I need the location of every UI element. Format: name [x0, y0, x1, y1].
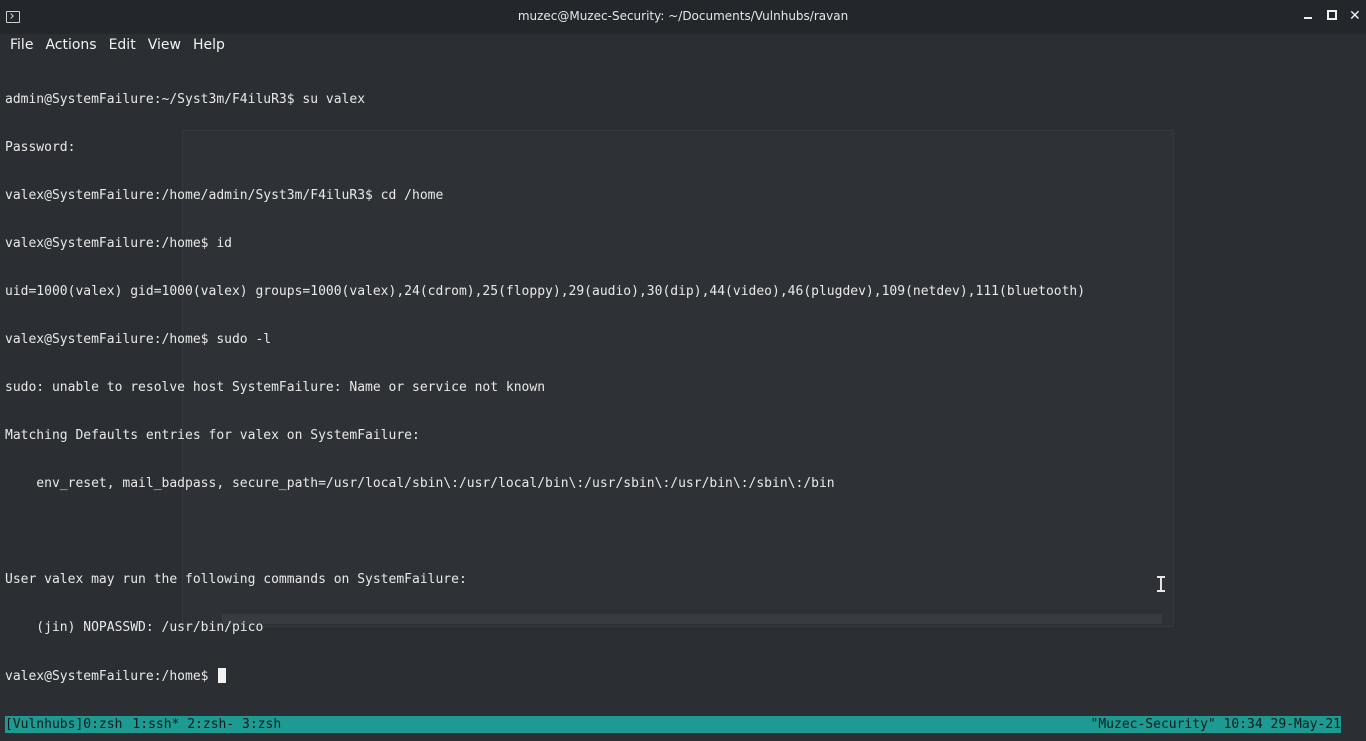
terminal-line: valex@SystemFailure:/home/admin/Syst3m/F… — [5, 188, 444, 203]
menu-actions[interactable]: Actions — [39, 37, 102, 53]
tmux-time: 10:34 — [1223, 717, 1263, 732]
terminal-line: env_reset, mail_badpass, secure_path=/us… — [5, 476, 835, 491]
tmux-session-name: [Vulnhubs] — [5, 717, 84, 732]
minimize-icon[interactable] — [1303, 8, 1314, 24]
terminal-line: (jin) NOPASSWD: /usr/bin/pico — [5, 620, 264, 635]
terminal-line: Password: — [5, 140, 76, 155]
maximize-icon[interactable] — [1326, 8, 1337, 24]
tmux-window-1[interactable]: 1:ssh* — [132, 717, 179, 732]
menu-bar: File Actions Edit View Help — [0, 34, 1366, 56]
ibeam-cursor-icon — [1157, 576, 1165, 592]
window-title: muzec@Muzec-Security: ~/Documents/Vulnhu… — [517, 9, 849, 23]
menu-file[interactable]: File — [4, 37, 39, 53]
text-cursor — [218, 668, 227, 683]
terminal-prompt: valex@SystemFailure:/home$ — [5, 669, 217, 684]
menu-edit[interactable]: Edit — [103, 37, 142, 53]
terminal-line: sudo: unable to resolve host SystemFailu… — [5, 380, 546, 395]
window-titlebar[interactable]: muzec@Muzec-Security: ~/Documents/Vulnhu… — [0, 0, 1366, 34]
menu-help[interactable]: Help — [187, 37, 231, 53]
window-controls: ✕ — [1303, 8, 1361, 24]
menu-view[interactable]: View — [142, 37, 187, 53]
terminal-line: uid=1000(valex) gid=1000(valex) groups=1… — [5, 284, 1086, 299]
tmux-window-2[interactable]: 2:zsh- — [187, 717, 234, 732]
tmux-window-3[interactable]: 3:zsh — [242, 717, 281, 732]
tmux-date: 29-May-21 — [1270, 717, 1341, 732]
tmux-hostname: "Muzec-Security" — [1090, 717, 1216, 732]
terminal-line: admin@SystemFailure:~/Syst3m/F4iluR3$ su… — [5, 92, 366, 107]
terminal-prompt-line[interactable]: valex@SystemFailure:/home$ — [5, 668, 1360, 684]
terminal-line: valex@SystemFailure:/home$ id — [5, 236, 232, 251]
tmux-status-bar: [Vulnhubs]0:zsh 1:ssh* 2:zsh- 3:zsh "Muze… — [5, 716, 1341, 733]
terminal-output[interactable]: admin@SystemFailure:~/Syst3m/F4iluR3$ su… — [5, 60, 1360, 710]
terminal-line: valex@SystemFailure:/home$ sudo -l — [5, 332, 272, 347]
terminal-line: Matching Defaults entries for valex on S… — [5, 428, 420, 443]
close-icon[interactable]: ✕ — [1349, 8, 1361, 24]
tmux-window-0[interactable]: 0:zsh — [83, 717, 122, 732]
